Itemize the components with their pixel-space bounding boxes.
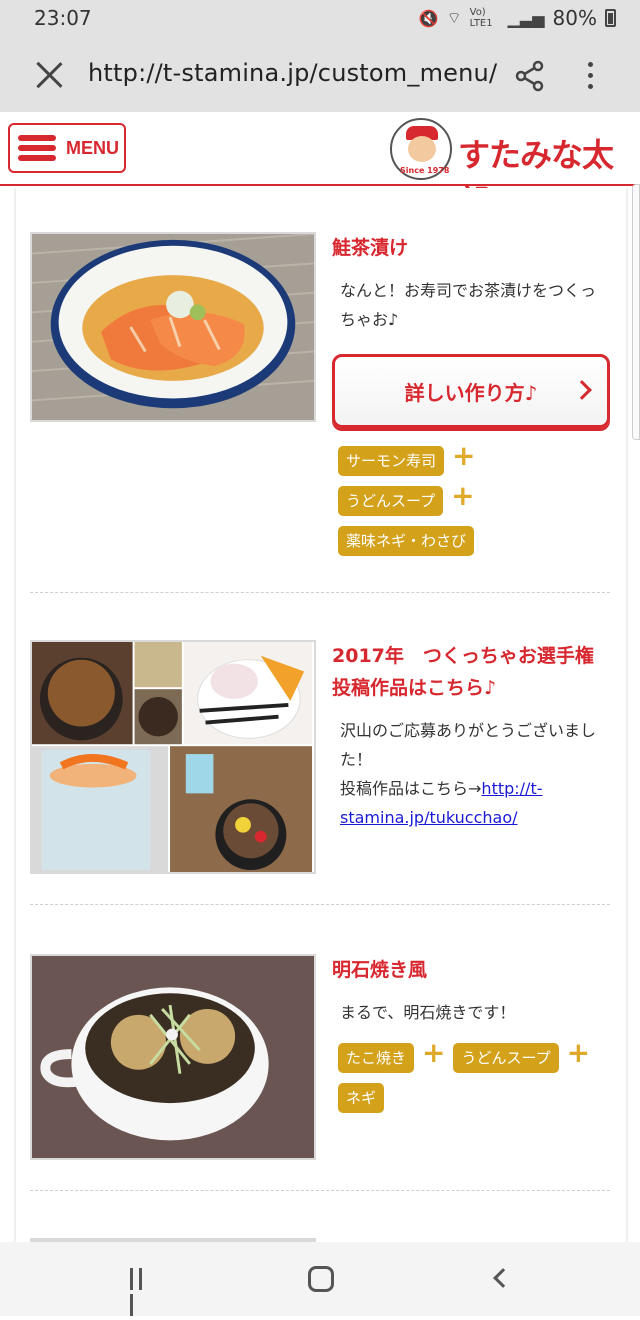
menu-button-label: MENU xyxy=(66,137,119,158)
entry-description-text: 沢山のご応募ありがとうございました！ xyxy=(340,721,597,769)
site-header: MENU Since 1978 すたみな太郎 xyxy=(0,112,640,220)
scroll-handle[interactable] xyxy=(632,184,640,440)
entry-title[interactable]: 鮭茶漬け xyxy=(332,232,610,264)
plus-icon: + xyxy=(452,439,476,472)
entry-title[interactable]: 2017年 つくっちゃお選手権 投稿作品はこちら♪ xyxy=(332,640,613,704)
network-label: Vo) LTE1 xyxy=(469,7,493,29)
ingredient-tag[interactable]: うどんスープ xyxy=(453,1043,559,1073)
plus-icon: + xyxy=(566,1036,591,1069)
menu-button[interactable]: MENU xyxy=(8,123,126,173)
entry-link-prefix: 投稿作品はこちら→ xyxy=(340,779,482,798)
ingredient-tag[interactable]: ネギ xyxy=(338,1083,385,1113)
browser-toolbar: http://t-stamina.jp/custom_menu/ xyxy=(0,40,640,112)
status-icons: 🔇 ⌔ Vo) LTE1 ▁▃▅ 80% xyxy=(419,6,616,30)
battery-percent: 80% xyxy=(552,6,597,30)
list-item: 鮭茶漬け なんと！お寿司でお茶漬けをつくっちゃお♪ 詳しい作り方♪ サーモン寿司… xyxy=(30,232,612,592)
status-time: 23:07 xyxy=(34,6,92,30)
list-item: 2017年 つくっちゃお選手権 投稿作品はこちら♪ 沢山のご応募ありがとうござい… xyxy=(30,640,613,906)
more-options-icon[interactable] xyxy=(586,60,594,92)
mascot-icon: Since 1978 xyxy=(390,118,452,180)
list-item: 明石焼き風 まるで、明石焼きです！ たこ焼き + うどんスープ + ネギ xyxy=(30,954,612,1194)
salmon-chazuke-photo xyxy=(30,232,316,422)
entry-info: 鮭茶漬け なんと！お寿司でお茶漬けをつくっちゃお♪ 詳しい作り方♪ サーモン寿司… xyxy=(332,232,610,566)
plus-icon: + xyxy=(422,1036,446,1069)
site-logo[interactable]: Since 1978 すたみな太郎 xyxy=(388,118,628,220)
back-icon[interactable] xyxy=(493,1268,513,1288)
howto-button[interactable]: 詳しい作り方♪ xyxy=(332,354,610,428)
divider xyxy=(30,904,610,905)
chevron-right-icon xyxy=(572,380,592,400)
home-icon[interactable] xyxy=(308,1266,334,1292)
recent-apps-icon[interactable] xyxy=(130,1268,156,1316)
battery-icon xyxy=(605,9,616,27)
entry-title[interactable]: 明石焼き風 xyxy=(332,954,610,986)
entry-description: 沢山のご応募ありがとうございました！ 投稿作品はこちら→http://t-sta… xyxy=(332,716,610,832)
contest-collage-photo xyxy=(30,640,316,874)
howto-button-label: 詳しい作り方♪ xyxy=(404,380,538,405)
entry-info: 明石焼き風 まるで、明石焼きです！ たこ焼き + うどんスープ + ネギ xyxy=(332,954,610,1123)
wifi-icon: ⌔ xyxy=(446,8,462,27)
close-icon[interactable] xyxy=(34,58,66,90)
ingredient-tags: サーモン寿司 + うどんスープ + 薬味ネギ・わさび xyxy=(332,439,610,556)
logo-since: Since 1978 xyxy=(400,166,450,175)
entry-info: 2017年 つくっちゃお選手権 投稿作品はこちら♪ 沢山のご応募ありがとうござい… xyxy=(332,640,613,832)
hamburger-icon xyxy=(18,131,56,165)
mute-icon: 🔇 xyxy=(418,8,439,28)
menu-list: 鮭茶漬け なんと！お寿司でお茶漬けをつくっちゃお♪ 詳しい作り方♪ サーモン寿司… xyxy=(0,188,640,1242)
divider xyxy=(30,1190,610,1191)
ingredient-tag[interactable]: サーモン寿司 xyxy=(338,446,445,476)
signal-icon: ▁▃▅ xyxy=(507,8,545,28)
ingredient-tag[interactable]: 薬味ネギ・わさび xyxy=(338,526,475,556)
divider xyxy=(30,592,610,593)
ingredient-tags: たこ焼き + うどんスープ + ネギ xyxy=(332,1036,610,1113)
status-bar: 23:07 🔇 ⌔ Vo) LTE1 ▁▃▅ 80% xyxy=(0,0,640,40)
akashiyaki-photo xyxy=(30,954,316,1160)
url-text[interactable]: http://t-stamina.jp/custom_menu/ xyxy=(88,59,497,87)
system-nav-bar xyxy=(0,1242,640,1316)
entry-description: まるで、明石焼きです！ xyxy=(340,1003,516,1022)
plus-icon: + xyxy=(451,479,475,512)
ingredient-tag[interactable]: うどんスープ xyxy=(338,486,444,516)
entry-description: なんと！お寿司でお茶漬けをつくっちゃお♪ xyxy=(340,281,597,329)
share-icon[interactable] xyxy=(514,60,546,92)
ingredient-tag[interactable]: たこ焼き xyxy=(338,1043,415,1073)
